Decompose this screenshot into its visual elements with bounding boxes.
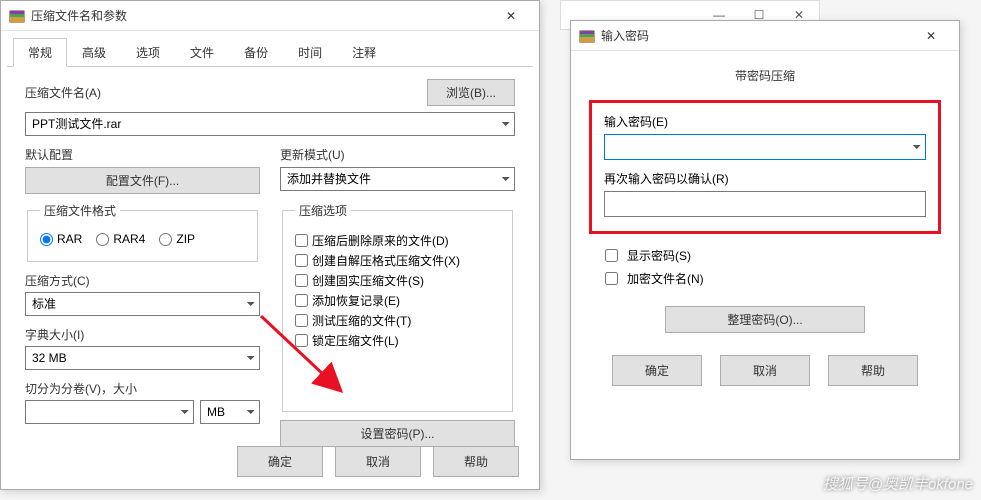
set-password-button[interactable]: 设置密码(P)... — [280, 420, 515, 447]
method-select[interactable]: 标准 — [25, 292, 260, 316]
tab-time[interactable]: 时间 — [283, 38, 337, 67]
dict-select[interactable]: 32 MB — [25, 346, 260, 370]
opt-test[interactable]: 测试压缩的文件(T) — [295, 312, 500, 329]
organize-passwords-button[interactable]: 整理密码(O)... — [665, 306, 865, 333]
password-cancel-button[interactable]: 取消 — [720, 355, 810, 386]
opt-solid[interactable]: 创建固实压缩文件(S) — [295, 272, 500, 289]
winrar-icon — [9, 8, 25, 24]
help-button[interactable]: 帮助 — [433, 446, 519, 477]
options-group: 压缩选项 压缩后删除原来的文件(D) 创建自解压格式压缩文件(X) 创建固实压缩… — [282, 202, 513, 412]
tab-options[interactable]: 选项 — [121, 38, 175, 67]
password-dialog-buttons: 确定 取消 帮助 — [589, 355, 941, 386]
compress-dialog: 压缩文件名和参数 ✕ 常规 高级 选项 文件 备份 时间 注释 压缩文件名(A)… — [0, 0, 540, 490]
password-help-button[interactable]: 帮助 — [828, 355, 918, 386]
encrypt-filenames-checkbox[interactable]: 加密文件名(N) — [589, 269, 941, 288]
filename-label: 压缩文件名(A) — [25, 84, 427, 101]
update-mode-select[interactable]: 添加并替换文件 — [280, 167, 515, 191]
compress-title: 压缩文件名和参数 — [31, 7, 491, 24]
confirm-password-label: 再次输入密码以确认(R) — [604, 170, 926, 187]
format-legend: 压缩文件格式 — [40, 202, 120, 219]
confirm-password-input[interactable] — [604, 191, 926, 217]
format-rar[interactable]: RAR — [40, 232, 82, 246]
compress-close-button[interactable]: ✕ — [491, 4, 531, 28]
tab-advanced[interactable]: 高级 — [67, 38, 121, 67]
tab-comment[interactable]: 注释 — [337, 38, 391, 67]
watermark-text: 搜狐号@奥凯丰okfone — [823, 473, 973, 494]
format-group: 压缩文件格式 RAR RAR4 ZIP — [27, 202, 258, 262]
tab-files[interactable]: 文件 — [175, 38, 229, 67]
password-titlebar[interactable]: 输入密码 ✕ — [571, 21, 959, 51]
compress-dialog-buttons: 确定 取消 帮助 — [237, 446, 519, 477]
filename-input[interactable]: PPT测试文件.rar — [25, 112, 515, 136]
ok-button[interactable]: 确定 — [237, 446, 323, 477]
compress-titlebar[interactable]: 压缩文件名和参数 ✕ — [1, 1, 539, 31]
winrar-icon — [579, 28, 595, 44]
update-mode-label: 更新模式(U) — [280, 146, 515, 163]
tab-backup[interactable]: 备份 — [229, 38, 283, 67]
split-label: 切分为分卷(V)，大小 — [25, 380, 260, 397]
format-zip[interactable]: ZIP — [159, 232, 195, 246]
default-config-label: 默认配置 — [25, 146, 260, 163]
show-password-checkbox[interactable]: 显示密码(S) — [589, 246, 941, 265]
opt-sfx[interactable]: 创建自解压格式压缩文件(X) — [295, 252, 500, 269]
tab-strip: 常规 高级 选项 文件 备份 时间 注释 — [7, 37, 533, 67]
password-title: 输入密码 — [601, 27, 911, 44]
opt-delete-after[interactable]: 压缩后删除原来的文件(D) — [295, 232, 500, 249]
highlighted-password-area: 输入密码(E) 再次输入密码以确认(R) — [589, 100, 941, 234]
browse-button[interactable]: 浏览(B)... — [427, 79, 515, 106]
split-size-select[interactable] — [25, 400, 194, 424]
method-label: 压缩方式(C) — [25, 272, 260, 289]
split-unit-select[interactable]: MB — [200, 400, 260, 424]
password-dialog: 输入密码 ✕ 带密码压缩 输入密码(E) 再次输入密码以确认(R) 显示密码(S… — [570, 20, 960, 460]
cancel-button[interactable]: 取消 — [335, 446, 421, 477]
password-subtitle: 带密码压缩 — [589, 67, 941, 84]
opt-recovery[interactable]: 添加恢复记录(E) — [295, 292, 500, 309]
password-close-button[interactable]: ✕ — [911, 24, 951, 48]
tab-content: 压缩文件名(A) 浏览(B)... PPT测试文件.rar 默认配置 配置文件(… — [1, 67, 539, 459]
options-legend: 压缩选项 — [295, 202, 351, 219]
dict-label: 字典大小(I) — [25, 326, 260, 343]
password-ok-button[interactable]: 确定 — [612, 355, 702, 386]
format-rar4[interactable]: RAR4 — [96, 232, 145, 246]
password-label: 输入密码(E) — [604, 113, 926, 130]
tab-general[interactable]: 常规 — [13, 38, 67, 67]
password-input[interactable] — [604, 134, 926, 160]
config-button[interactable]: 配置文件(F)... — [25, 167, 260, 194]
opt-lock[interactable]: 锁定压缩文件(L) — [295, 332, 500, 349]
